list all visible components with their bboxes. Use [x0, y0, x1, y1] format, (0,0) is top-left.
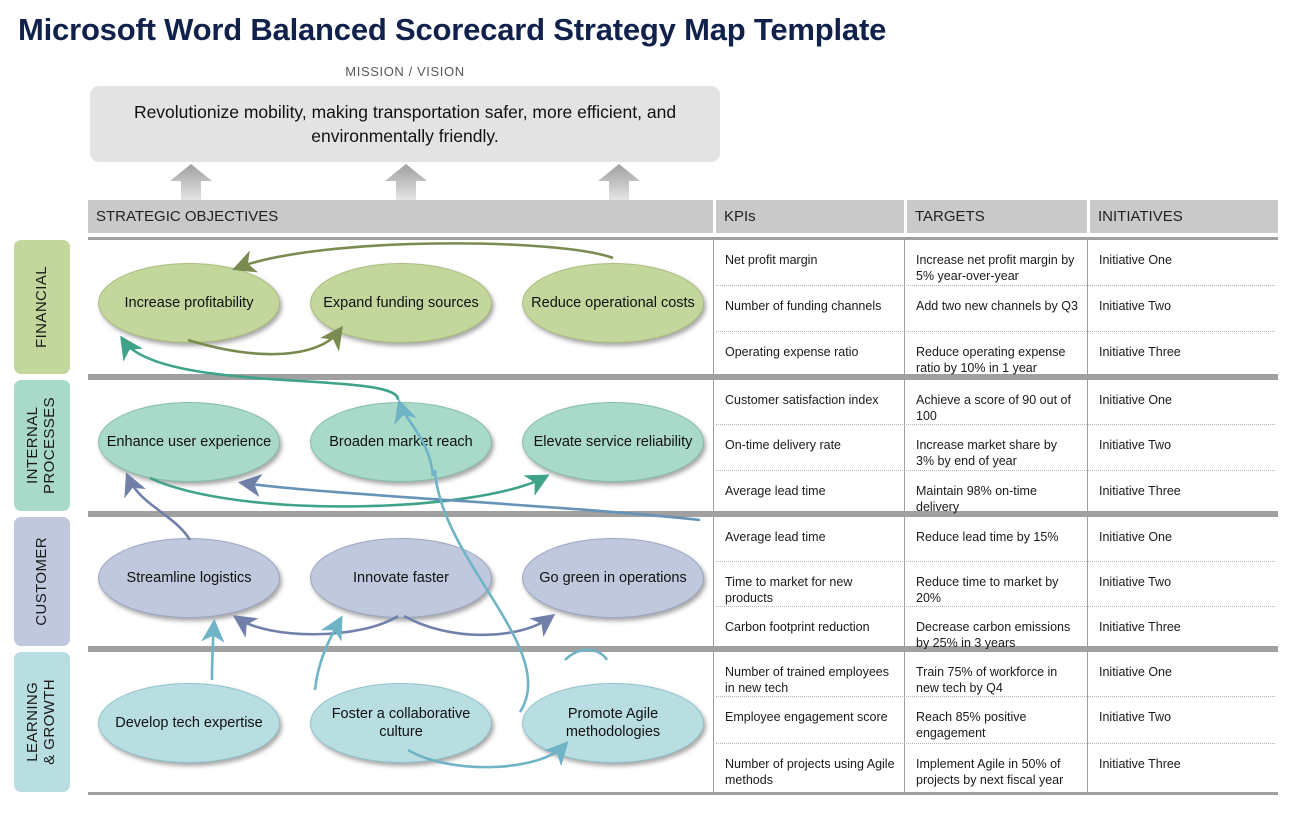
target-cell: Reduce operating expense ratio by 10% in…	[916, 345, 1066, 376]
header-kpis: KPIs	[716, 200, 904, 233]
kpi-cell: Customer satisfaction index	[725, 393, 879, 407]
initiative-cell: Initiative Three	[1099, 757, 1181, 771]
initiative-cell: Initiative Two	[1099, 710, 1172, 724]
objective-label: Foster a collaborative culture	[331, 705, 471, 740]
objective-label: Promote Agile methodologies	[565, 705, 661, 740]
perspective-tab-financial[interactable]: FINANCIAL	[14, 240, 70, 374]
perspective-band-financial: Increase profitability Expand funding so…	[88, 237, 1278, 377]
kpi-cell: Time to market for new products	[725, 575, 853, 606]
target-cell: Implement Agile in 50% of projects by ne…	[916, 757, 1064, 788]
initiative-cell: Initiative One	[1099, 665, 1172, 679]
initiative-cell: Initiative Three	[1099, 345, 1181, 359]
kpi-cell: Number of projects using Agile methods	[725, 757, 895, 788]
page-title: Microsoft Word Balanced Scorecard Strate…	[18, 12, 887, 47]
target-cell: Add two new channels by Q3	[916, 299, 1078, 313]
header-initiatives: INITIATIVES	[1090, 200, 1278, 233]
up-arrow-icon-3	[598, 164, 640, 202]
target-cell: Achieve a score of 90 out of 100	[916, 393, 1071, 424]
target-cell: Reduce lead time by 15%	[916, 530, 1059, 544]
kpi-cell: Average lead time	[725, 530, 826, 544]
objective-node[interactable]: Elevate service reliability	[522, 402, 704, 482]
objective-node[interactable]: Increase profitability	[98, 263, 280, 343]
objective-node[interactable]: Streamline logistics	[98, 538, 280, 618]
kpi-cell: Employee engagement score	[725, 710, 888, 724]
kpi-cell: On-time delivery rate	[725, 438, 842, 452]
objective-node[interactable]: Innovate faster	[310, 538, 492, 618]
target-cell: Train 75% of workforce in new tech by Q4	[916, 665, 1058, 696]
mission-vision-label: MISSION / VISION	[345, 64, 465, 79]
objective-label: Enhance user experience	[106, 433, 272, 450]
target-cell: Reach 85% positive engagement	[916, 710, 1027, 741]
perspective-tab-internal-processes[interactable]: INTERNAL PROCESSES	[14, 380, 70, 511]
target-cell: Decrease carbon emissions by 25% in 3 ye…	[916, 620, 1071, 651]
perspective-tab-learning-growth[interactable]: LEARNING & GROWTH	[14, 652, 70, 792]
objective-label: Broaden market reach	[329, 433, 473, 450]
objective-node[interactable]: Go green in operations	[522, 538, 704, 618]
objective-label: Reduce operational costs	[531, 294, 695, 311]
kpi-cell: Net profit margin	[725, 253, 818, 267]
objective-label: Develop tech expertise	[115, 714, 263, 731]
strategy-map-board: STRATEGIC OBJECTIVES KPIs TARGETS INITIA…	[14, 200, 1278, 797]
perspective-tab-label: LEARNING & GROWTH	[24, 679, 58, 765]
target-cell: Increase net profit margin by 5% year-ov…	[916, 253, 1075, 284]
mission-vision-text: Revolutionize mobility, making transport…	[133, 101, 677, 146]
target-cell: Increase market share by 3% by end of ye…	[916, 438, 1058, 469]
objective-node[interactable]: Develop tech expertise	[98, 683, 280, 763]
objective-node[interactable]: Broaden market reach	[310, 402, 492, 482]
objective-label: Elevate service reliability	[533, 433, 693, 450]
kpi-cell: Carbon footprint reduction	[725, 620, 870, 634]
initiative-cell: Initiative Two	[1099, 438, 1172, 452]
initiative-cell: Initiative One	[1099, 530, 1172, 544]
initiative-cell: Initiative Two	[1099, 575, 1172, 589]
kpi-cell: Number of trained employees in new tech	[725, 665, 889, 696]
mission-vision-box: Revolutionize mobility, making transport…	[90, 86, 720, 162]
up-arrow-icon-2	[385, 164, 427, 202]
perspective-band-learning-growth: Develop tech expertise Foster a collabor…	[88, 649, 1278, 795]
objective-label: Innovate faster	[353, 569, 449, 586]
kpi-cell: Operating expense ratio	[725, 345, 859, 359]
perspective-band-customer: Streamline logistics Innovate faster Go …	[88, 514, 1278, 651]
initiative-cell: Initiative Two	[1099, 299, 1172, 313]
initiative-cell: Initiative Three	[1099, 484, 1181, 498]
objective-node[interactable]: Foster a collaborative culture	[310, 683, 492, 763]
perspective-tab-label: CUSTOMER	[32, 537, 50, 626]
header-targets: TARGETS	[907, 200, 1087, 233]
header-strategic-objectives: STRATEGIC OBJECTIVES	[88, 200, 713, 233]
target-cell: Reduce time to market by 20%	[916, 575, 1059, 606]
objective-label: Increase profitability	[124, 294, 254, 311]
objective-node[interactable]: Promote Agile methodologies	[522, 683, 704, 763]
objective-node[interactable]: Reduce operational costs	[522, 263, 704, 343]
perspective-tab-label: FINANCIAL	[32, 266, 50, 348]
target-cell: Maintain 98% on-time delivery	[916, 484, 1037, 515]
kpi-cell: Number of funding channels	[725, 299, 882, 313]
objective-label: Expand funding sources	[323, 294, 479, 311]
initiative-cell: Initiative Three	[1099, 620, 1181, 634]
kpi-cell: Average lead time	[725, 484, 826, 498]
up-arrow-icon-1	[170, 164, 212, 202]
objective-label: Go green in operations	[539, 569, 687, 586]
perspective-tab-label: INTERNAL PROCESSES	[24, 397, 58, 494]
table-header-row: STRATEGIC OBJECTIVES KPIs TARGETS INITIA…	[88, 200, 1278, 233]
initiative-cell: Initiative One	[1099, 393, 1172, 407]
perspective-tab-customer[interactable]: CUSTOMER	[14, 517, 70, 646]
objective-node[interactable]: Expand funding sources	[310, 263, 492, 343]
objective-node[interactable]: Enhance user experience	[98, 402, 280, 482]
perspective-band-internal-processes: Enhance user experience Broaden market r…	[88, 377, 1278, 514]
initiative-cell: Initiative One	[1099, 253, 1172, 267]
objective-label: Streamline logistics	[126, 569, 252, 586]
